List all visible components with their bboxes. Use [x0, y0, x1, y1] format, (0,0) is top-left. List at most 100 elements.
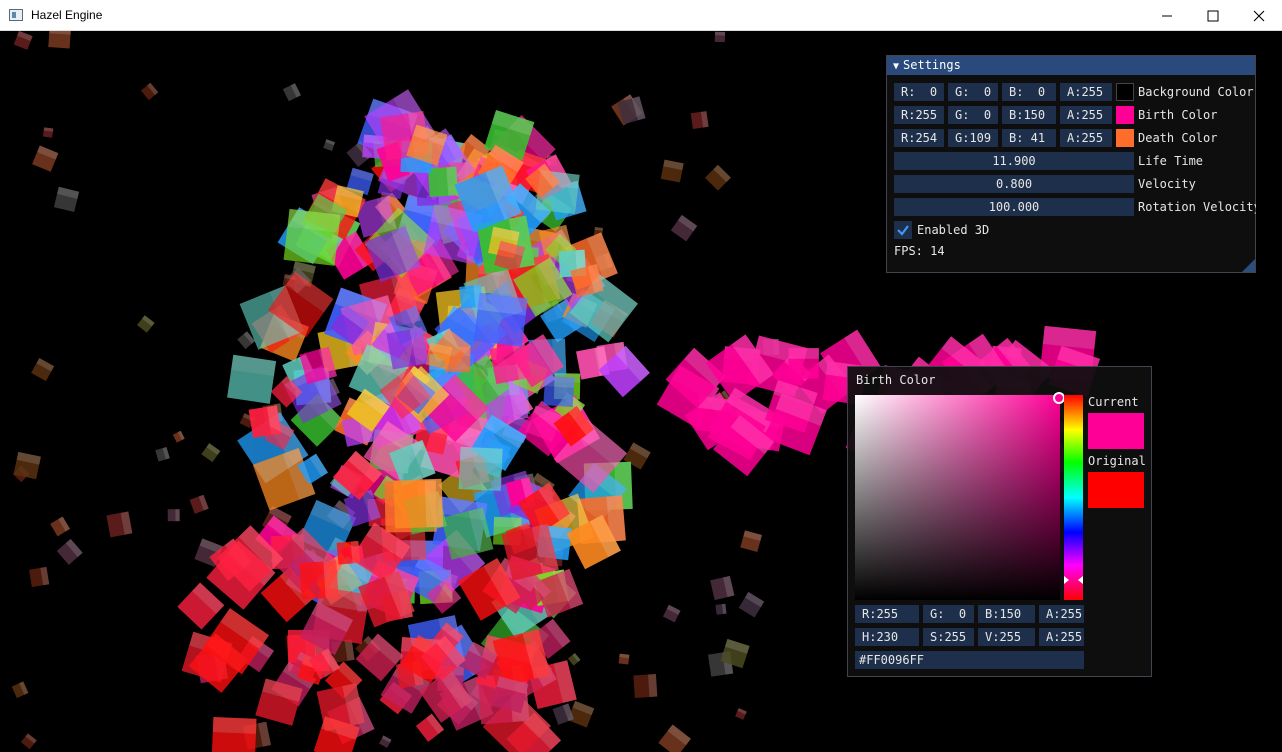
particle-cube [211, 716, 257, 752]
birth-color-label: Birth Color [1138, 108, 1218, 122]
particle-cube [690, 111, 709, 129]
particle-cube [618, 653, 630, 665]
original-color-preview[interactable] [1088, 472, 1144, 508]
picker-g-field[interactable]: G: 0 [923, 605, 974, 623]
death-color-swatch[interactable] [1116, 129, 1134, 147]
particle-cube [13, 31, 33, 50]
current-label: Current [1088, 395, 1139, 409]
particle-cube [227, 354, 277, 404]
particle-cube [56, 538, 83, 565]
current-color-preview [1088, 413, 1144, 449]
particle-cube [106, 511, 133, 538]
particle-cube [48, 31, 72, 49]
hex-input[interactable]: #FF0096FF [855, 651, 1084, 669]
enabled-3d-checkbox[interactable] [894, 221, 912, 239]
close-icon [1253, 10, 1265, 21]
particle-cube [167, 509, 180, 522]
picker-a-field[interactable]: A:255 [1039, 605, 1084, 623]
particle-cube [29, 566, 50, 588]
particle-cube [137, 315, 155, 333]
birth-b-field[interactable]: B:150 [1002, 106, 1056, 124]
particle-cube [660, 159, 684, 183]
particle-cube [658, 724, 691, 752]
particle-cube [299, 560, 339, 600]
maximize-icon [1207, 10, 1219, 21]
particle-cube [788, 348, 819, 379]
enabled-3d-label: Enabled 3D [917, 223, 990, 237]
particle-cube [201, 443, 221, 463]
bg-b-field[interactable]: B: 0 [1002, 83, 1056, 101]
birth-color-swatch[interactable] [1116, 106, 1134, 124]
settings-title-bar[interactable]: ▼ Settings [887, 56, 1255, 75]
app-icon [9, 9, 23, 21]
checkmark-icon [897, 225, 909, 236]
particle-cube [283, 208, 341, 266]
particle-cube [50, 516, 71, 537]
bg-color-label: Background Color [1138, 85, 1254, 99]
original-label: Original [1088, 454, 1146, 468]
death-color-label: Death Color [1138, 131, 1218, 145]
birth-r-field[interactable]: R:255 [894, 106, 944, 124]
maximize-button[interactable] [1190, 0, 1236, 31]
particle-cube [282, 83, 301, 102]
particle-cube [379, 735, 392, 748]
hue-bar[interactable] [1064, 395, 1083, 600]
birth-a-field[interactable]: A:255 [1060, 106, 1112, 124]
bg-color-swatch[interactable] [1116, 83, 1134, 101]
hue-arrow-left-icon [1064, 576, 1069, 584]
particle-cube [567, 652, 581, 666]
minimize-icon [1162, 15, 1172, 16]
particle-cube [53, 186, 80, 213]
picker-alpha-field[interactable]: A:255 [1039, 628, 1084, 646]
picker-b-field[interactable]: B:150 [978, 605, 1035, 623]
saturation-value-square[interactable] [855, 395, 1060, 600]
bg-r-field[interactable]: R: 0 [894, 83, 944, 101]
picker-s-field[interactable]: S:255 [923, 628, 974, 646]
particle-cube [633, 673, 658, 698]
particle-cube [552, 703, 575, 725]
color-picker-popup[interactable]: Birth Color Current Original R:255 G: 0 … [847, 366, 1152, 677]
particle-cube [177, 582, 225, 630]
particle-cube [20, 733, 37, 750]
resize-grip[interactable] [1242, 259, 1255, 272]
particle-cube [140, 82, 159, 101]
picker-r-field[interactable]: R:255 [855, 605, 919, 623]
death-a-field[interactable]: A:255 [1060, 129, 1112, 147]
picker-h-field[interactable]: H:230 [855, 628, 919, 646]
life-time-label: Life Time [1138, 154, 1204, 168]
particle-cube [715, 603, 727, 615]
particle-cube [336, 540, 361, 565]
collapse-triangle-icon[interactable]: ▼ [893, 57, 899, 76]
rotation-velocity-slider[interactable]: 100.000 [894, 198, 1134, 216]
particle-cube [714, 31, 726, 43]
minimize-button[interactable] [1144, 0, 1190, 31]
picker-v-field[interactable]: V:255 [978, 628, 1035, 646]
particle-cube [427, 166, 459, 197]
particle-cube [738, 591, 765, 618]
bg-g-field[interactable]: G: 0 [948, 83, 998, 101]
velocity-slider[interactable]: 0.800 [894, 175, 1134, 193]
birth-g-field[interactable]: G: 0 [948, 106, 998, 124]
particle-cube [172, 430, 185, 443]
fps-counter: FPS: 14 [894, 244, 945, 258]
particle-cube [11, 681, 29, 699]
particle-cube [32, 145, 59, 172]
velocity-label: Velocity [1138, 177, 1196, 191]
particle-cube [31, 358, 55, 382]
particle-cube [323, 139, 336, 151]
particle-cube [543, 375, 575, 407]
settings-panel[interactable]: ▼ Settings R: 0 G: 0 B: 0 A:255 Backgroun… [886, 55, 1256, 273]
particle-cube [704, 164, 731, 191]
bg-a-field[interactable]: A:255 [1060, 83, 1112, 101]
particle-cube [13, 451, 41, 480]
death-b-field[interactable]: B: 41 [1002, 129, 1056, 147]
title-bar: Hazel Engine [0, 0, 1282, 31]
settings-title: Settings [903, 58, 961, 72]
particle-cube [458, 446, 503, 491]
particle-cube [155, 446, 170, 462]
close-button[interactable] [1236, 0, 1282, 31]
life-time-slider[interactable]: 11.900 [894, 152, 1134, 170]
death-g-field[interactable]: G:109 [948, 129, 998, 147]
death-r-field[interactable]: R:254 [894, 129, 944, 147]
window-title: Hazel Engine [31, 8, 103, 22]
